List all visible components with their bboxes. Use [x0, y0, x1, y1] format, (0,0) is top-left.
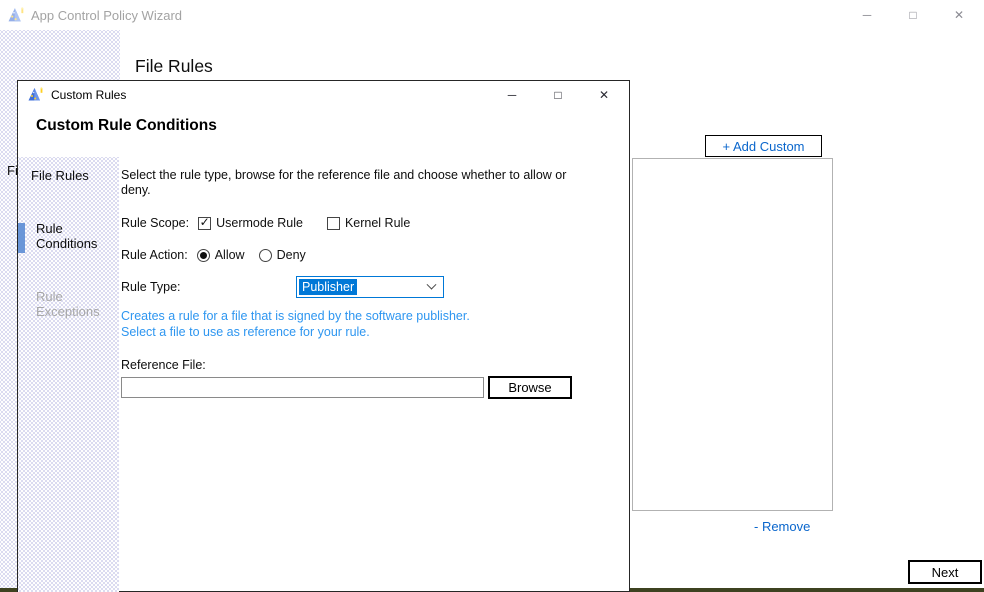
dialog-sidebar: File Rules Rule Conditions Rule Exceptio… — [18, 157, 119, 592]
browse-button[interactable]: Browse — [488, 376, 572, 399]
page-title: File Rules — [135, 56, 213, 77]
close-icon[interactable]: ✕ — [581, 81, 627, 109]
kernel-rule-label: Kernel Rule — [345, 216, 410, 230]
rule-type-label: Rule Type: — [121, 280, 181, 294]
sidebar-item-file-rules[interactable]: File Rules — [31, 168, 89, 183]
deny-radio[interactable] — [259, 249, 272, 262]
minimize-icon[interactable]: ─ — [844, 0, 890, 30]
rule-type-selected-value: Publisher — [299, 279, 357, 295]
deny-label: Deny — [277, 248, 306, 262]
usermode-rule-option[interactable]: Usermode Rule — [198, 216, 303, 230]
deny-option[interactable]: Deny — [259, 248, 306, 262]
intro-text: Select the rule type, browse for the ref… — [121, 168, 583, 198]
allow-label: Allow — [215, 248, 245, 262]
rule-type-description: Creates a rule for a file that is signed… — [121, 308, 470, 340]
description-line-2: Select a file to use as reference for yo… — [121, 324, 470, 340]
description-line-1: Creates a rule for a file that is signed… — [121, 308, 470, 324]
rule-scope-label: Rule Scope: — [121, 216, 189, 230]
wizard-hat-icon — [8, 7, 25, 24]
dialog-title: Custom Rules — [51, 88, 126, 102]
sidebar-item-rule-conditions[interactable]: Rule Conditions — [36, 221, 108, 251]
reference-file-label: Reference File: — [121, 358, 206, 372]
custom-rules-dialog: Custom Rules ─ □ ✕ Custom Rule Condition… — [17, 80, 630, 592]
allow-radio[interactable] — [197, 249, 210, 262]
sidebar-item-rule-exceptions[interactable]: Rule Exceptions — [36, 289, 114, 319]
close-icon[interactable]: ✕ — [936, 0, 982, 30]
main-window-title: App Control Policy Wizard — [31, 8, 182, 23]
minimize-icon[interactable]: ─ — [489, 81, 535, 109]
kernel-rule-option[interactable]: Kernel Rule — [327, 216, 410, 230]
remove-link[interactable]: - Remove — [754, 519, 810, 534]
kernel-rule-checkbox[interactable] — [327, 217, 340, 230]
rule-type-combobox[interactable]: Publisher — [296, 276, 444, 298]
maximize-icon[interactable]: □ — [535, 81, 581, 109]
reference-file-input[interactable] — [121, 377, 484, 398]
active-step-accent-bar — [18, 223, 25, 253]
usermode-rule-label: Usermode Rule — [216, 216, 303, 230]
main-titlebar: App Control Policy Wizard ─ □ ✕ — [0, 0, 984, 30]
allow-option[interactable]: Allow — [197, 248, 245, 262]
dialog-titlebar[interactable]: Custom Rules ─ □ ✕ — [18, 81, 629, 109]
custom-rules-listbox[interactable] — [632, 158, 833, 511]
add-custom-button[interactable]: + Add Custom — [705, 135, 822, 157]
wizard-hat-icon — [28, 87, 44, 103]
maximize-icon[interactable]: □ — [890, 0, 936, 30]
dialog-heading: Custom Rule Conditions — [36, 117, 217, 135]
rule-action-label: Rule Action: — [121, 248, 188, 262]
usermode-rule-checkbox[interactable] — [198, 217, 211, 230]
next-button[interactable]: Next — [908, 560, 982, 584]
chevron-down-icon — [427, 279, 437, 289]
